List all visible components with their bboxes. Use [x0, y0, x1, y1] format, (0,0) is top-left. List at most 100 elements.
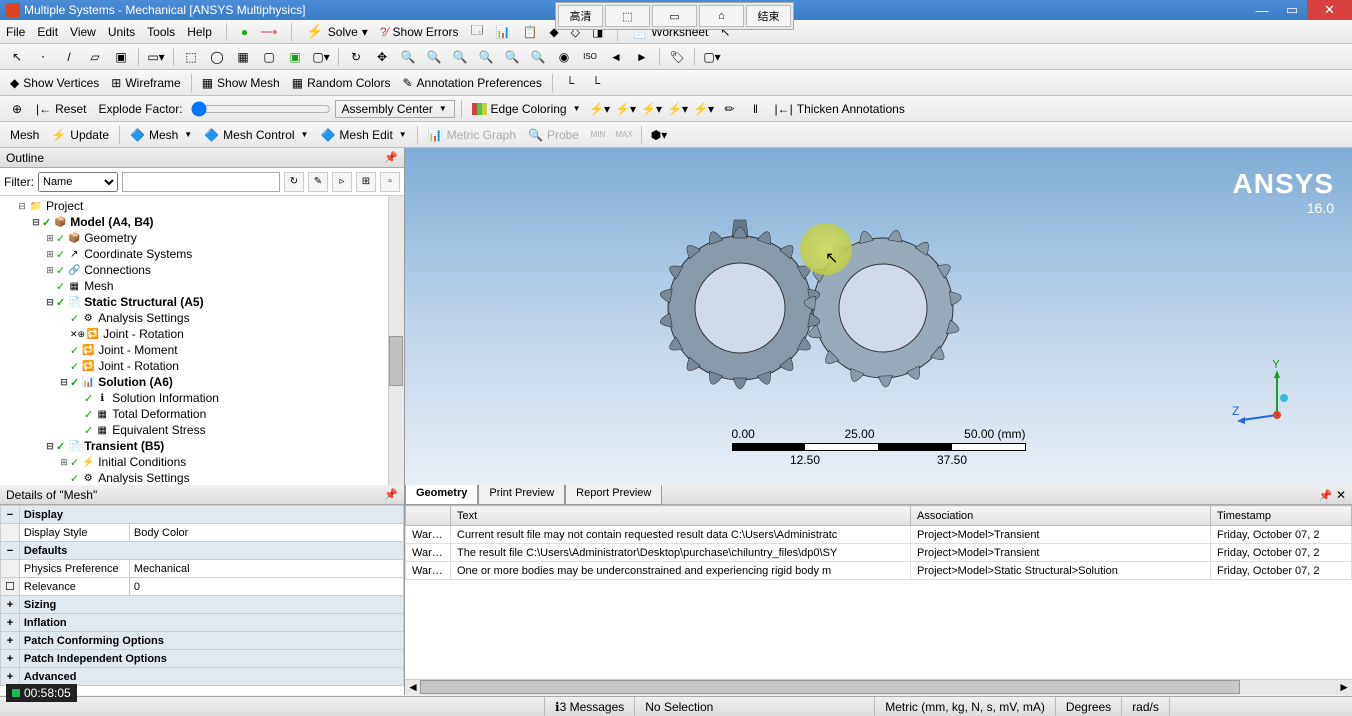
tree-scrollbar[interactable]	[388, 196, 404, 485]
max-label-icon[interactable]: MAX	[613, 124, 635, 146]
explode-icon[interactable]: ⊕	[6, 98, 28, 120]
details-pin-icon[interactable]: 📌	[384, 488, 398, 501]
metric-graph-button[interactable]: 📊Metric Graph	[424, 128, 520, 142]
min-label-icon[interactable]: MIN	[587, 124, 609, 146]
solve-button[interactable]: ⚡Solve ▾	[306, 23, 368, 40]
filter-opt-icon[interactable]: ▫	[380, 172, 400, 192]
tree-joint-moment[interactable]: ✓🔁Joint - Moment	[2, 342, 402, 358]
menu-units[interactable]: Units	[108, 25, 135, 39]
coord-toggle-1-icon[interactable]: └	[559, 72, 581, 94]
tree-analysis-settings-2[interactable]: ✓⚙Analysis Settings	[2, 470, 402, 485]
iso-icon[interactable]: ISO	[579, 46, 601, 68]
zoom-box-icon[interactable]: 🔍	[423, 46, 445, 68]
edge-coloring-button[interactable]: Edge Coloring ▼	[468, 102, 585, 116]
color-swatch-icon[interactable]: ▢▾	[701, 46, 723, 68]
wireframe-button[interactable]: ⊞ Wireframe	[107, 76, 184, 90]
edge-k2-icon[interactable]: ⚡▾	[641, 98, 663, 120]
tree-joint-rotation-2[interactable]: ✓🔁Joint - Rotation	[2, 358, 402, 374]
action-button-1[interactable]: ●	[241, 25, 248, 39]
tree-equiv-stress[interactable]: ✓▦Equivalent Stress	[2, 422, 402, 438]
menu-view[interactable]: View	[70, 25, 96, 39]
float-btn-window[interactable]: ▭	[652, 5, 697, 27]
zoom-icon[interactable]: 🔍	[397, 46, 419, 68]
tag-icon[interactable]: 🏷	[666, 46, 688, 68]
filter-input[interactable]	[122, 172, 280, 192]
paint-icon[interactable]: ▦	[232, 46, 254, 68]
tab-geometry[interactable]: Geometry	[405, 485, 478, 505]
exp-patch-ind[interactable]: +	[1, 650, 20, 668]
float-btn-home[interactable]: ⌂	[699, 5, 744, 27]
messages-h-scrollbar[interactable]: ◄ ►	[405, 679, 1352, 695]
tree-initial-cond[interactable]: ⊞✓⚡Initial Conditions	[2, 454, 402, 470]
coord-toggle-2-icon[interactable]: └	[585, 72, 607, 94]
minimize-button[interactable]: —	[1247, 0, 1277, 20]
edge-arrow-icon[interactable]: ✏	[719, 98, 741, 120]
select-mode-icon[interactable]: ▭▾	[145, 46, 167, 68]
outline-tree[interactable]: ⊟📁Project ⊟✓📦Model (A4, B4) ⊞✓📦Geometry …	[0, 196, 404, 485]
exp-patch-conf[interactable]: +	[1, 632, 20, 650]
message-row[interactable]: WarninOne or more bodies may be undercon…	[406, 562, 1352, 580]
select-arrow-icon[interactable]: ↖	[6, 46, 28, 68]
tree-solution-info[interactable]: ✓ℹSolution Information	[2, 390, 402, 406]
close-button[interactable]: ✕	[1307, 0, 1352, 20]
exp-advanced[interactable]: +	[1, 668, 20, 686]
zoom-sel-icon[interactable]: 🔍	[527, 46, 549, 68]
lasso-icon[interactable]: ◯	[206, 46, 228, 68]
cube1-icon[interactable]: ▢	[258, 46, 280, 68]
tree-model[interactable]: ⊟✓📦Model (A4, B4)	[2, 214, 402, 230]
group-display[interactable]: Display	[19, 506, 403, 524]
select-body-icon[interactable]: ▣	[110, 46, 132, 68]
filter-collapse-icon[interactable]: ⊞	[356, 172, 376, 192]
orientation-triad[interactable]: Y Z	[1232, 360, 1302, 430]
exp-inflation[interactable]: +	[1, 614, 20, 632]
pin-icon[interactable]: 📌	[384, 151, 398, 164]
row-display-style[interactable]: Display Style	[19, 524, 129, 542]
message-row[interactable]: WarninCurrent result file may not contai…	[406, 526, 1352, 544]
select-face-icon[interactable]: ▱	[84, 46, 106, 68]
mesh-edit-dropdown[interactable]: 🔷 Mesh Edit ▼	[316, 128, 410, 142]
zoom-in-icon[interactable]: 🔍	[475, 46, 497, 68]
cube3-icon[interactable]: ▢▾	[310, 46, 332, 68]
filter-expand-icon[interactable]: ▹	[332, 172, 352, 192]
random-colors-button[interactable]: ▦ Random Colors	[288, 76, 395, 90]
menu-help[interactable]: Help	[187, 25, 212, 39]
col-assoc[interactable]: Association	[911, 506, 1211, 526]
group-patch-conf[interactable]: Patch Conforming Options	[19, 632, 403, 650]
thicken-annotations-button[interactable]: |←| Thicken Annotations	[771, 102, 909, 116]
details-grid[interactable]: −Display Display StyleBody Color −Defaul…	[0, 505, 404, 686]
float-btn-end[interactable]: 结束	[746, 5, 791, 27]
reset-explode-button[interactable]: |← Reset	[32, 102, 90, 116]
col-text[interactable]: Text	[451, 506, 911, 526]
messages-close-icon[interactable]: ✕	[1336, 488, 1346, 502]
row-display-style-val[interactable]: Body Color	[129, 524, 403, 542]
tree-solution[interactable]: ⊟✓📊Solution (A6)	[2, 374, 402, 390]
update-button[interactable]: ⚡Update	[47, 128, 113, 142]
tree-static-structural[interactable]: ⊟✓📄Static Structural (A5)	[2, 294, 402, 310]
row-relevance[interactable]: Relevance	[19, 578, 129, 596]
tree-geometry[interactable]: ⊞✓📦Geometry	[2, 230, 402, 246]
zoom-out-icon[interactable]: 🔍	[501, 46, 523, 68]
group-advanced[interactable]: Advanced	[19, 668, 403, 686]
tree-project[interactable]: ⊟📁Project	[2, 198, 402, 214]
tb-icon-2[interactable]: 📊	[496, 25, 511, 39]
box-select-icon[interactable]: ⬚	[180, 46, 202, 68]
rotate-icon[interactable]: ↻	[345, 46, 367, 68]
maximize-button[interactable]: ▭	[1277, 0, 1307, 20]
menu-tools[interactable]: Tools	[147, 25, 175, 39]
col-timestamp[interactable]: Timestamp	[1211, 506, 1352, 526]
tb-icon-3[interactable]: 📋	[523, 25, 538, 39]
tree-coord[interactable]: ⊞✓↗Coordinate Systems	[2, 246, 402, 262]
tab-print-preview[interactable]: Print Preview	[478, 485, 565, 505]
mesh-control-dropdown[interactable]: 🔷 Mesh Control ▼	[200, 128, 312, 142]
edge-bar-icon[interactable]: ‖	[745, 98, 767, 120]
tree-total-def[interactable]: ✓▦Total Deformation	[2, 406, 402, 422]
show-mesh-button[interactable]: ▦ Show Mesh	[198, 76, 284, 90]
show-errors-button[interactable]: ?⁄Show Errors	[380, 25, 459, 39]
edge-k0-icon[interactable]: ⚡▾	[589, 98, 611, 120]
group-patch-ind[interactable]: Patch Independent Options	[19, 650, 403, 668]
row-physics-pref-val[interactable]: Mechanical	[129, 560, 403, 578]
select-edge-icon[interactable]: /	[58, 46, 80, 68]
tree-mesh[interactable]: ✓▦Mesh	[2, 278, 402, 294]
group-defaults[interactable]: Defaults	[19, 542, 403, 560]
row-relevance-val[interactable]: 0	[129, 578, 403, 596]
